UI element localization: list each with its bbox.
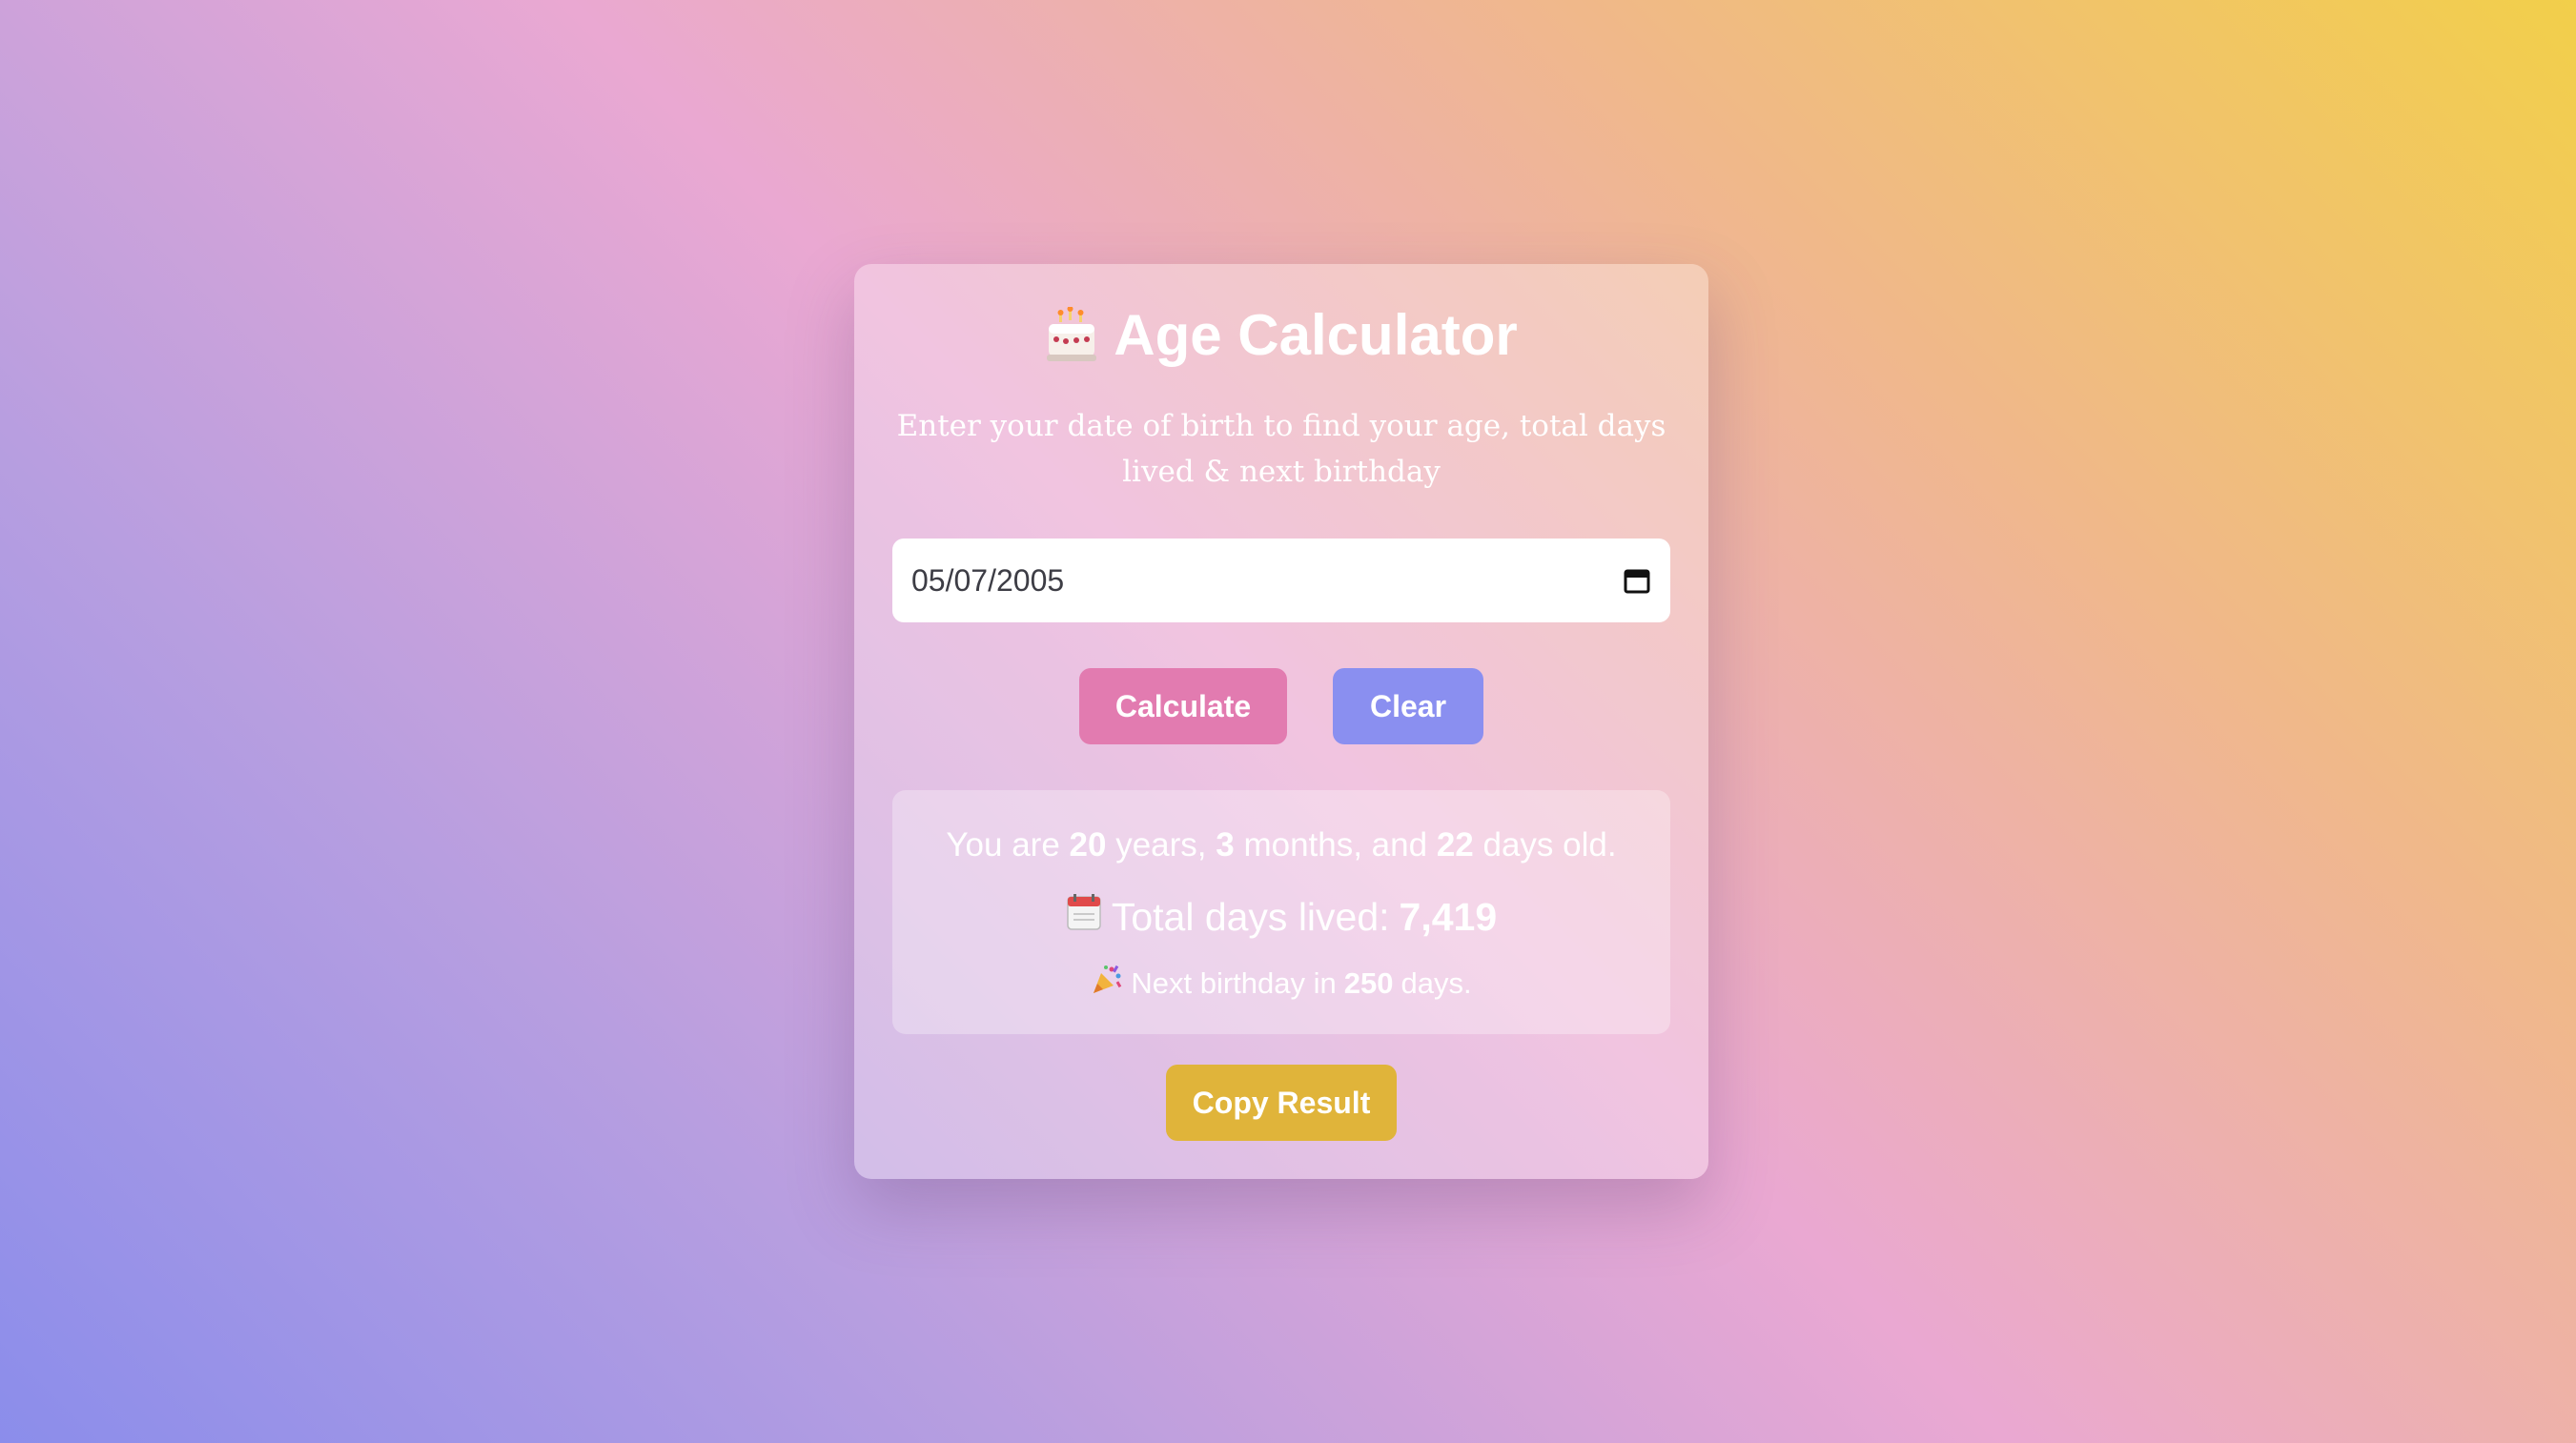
years-unit: years,: [1115, 826, 1207, 864]
total-days-label: Total days lived:: [1111, 894, 1390, 939]
page-title: Age Calculator: [854, 302, 1708, 368]
copy-result-button[interactable]: Copy Result: [1166, 1065, 1397, 1141]
title-text: Age Calculator: [1114, 303, 1518, 367]
total-days-value: 7,419: [1399, 894, 1498, 939]
birth-date-input[interactable]: 05/07/2005: [892, 539, 1670, 622]
calculate-button[interactable]: Calculate: [1079, 668, 1287, 744]
birthday-cake-icon: [1045, 305, 1098, 364]
party-popper-icon: [1091, 964, 1123, 1004]
days-unit: days old.: [1482, 826, 1617, 864]
next-birthday-line: Next birthday in 250 days.: [892, 964, 1670, 1004]
calendar-icon[interactable]: [1623, 566, 1651, 595]
age-summary: You are 20 years, 3 months, and 22 days …: [892, 826, 1670, 864]
months-unit: months, and: [1243, 826, 1428, 864]
birth-date-value[interactable]: 05/07/2005: [911, 563, 1623, 599]
age-calculator-card: Age Calculator Enter your date of birth …: [854, 264, 1708, 1179]
next-birthday-value: 250: [1343, 966, 1394, 1000]
total-days-line: Total days lived: 7,419: [892, 893, 1670, 941]
calendar-page-icon: [1066, 893, 1102, 941]
clear-button[interactable]: Clear: [1333, 668, 1483, 744]
next-birthday-suffix: days.: [1400, 966, 1472, 1000]
next-birthday-prefix: Next birthday in: [1131, 966, 1337, 1000]
age-months: 3: [1216, 826, 1235, 864]
result-panel: You are 20 years, 3 months, and 22 days …: [892, 790, 1670, 1034]
age-years: 20: [1069, 826, 1107, 864]
subtitle: Enter your date of birth to find your ag…: [896, 409, 1666, 489]
age-days: 22: [1436, 826, 1474, 864]
age-prefix: You are: [946, 826, 1060, 864]
